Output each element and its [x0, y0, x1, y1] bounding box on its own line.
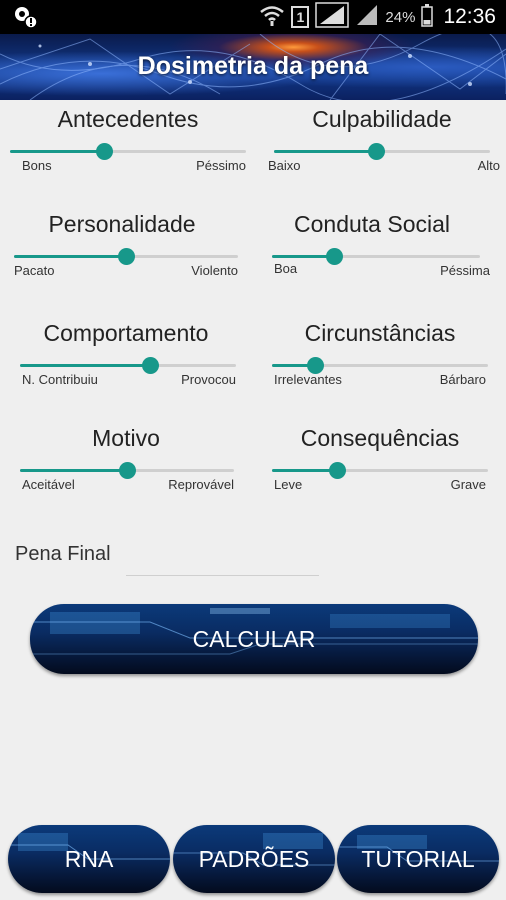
- tutorial-button-label: TUTORIAL: [361, 845, 475, 872]
- slider-min-label: Bons: [22, 158, 52, 173]
- conduta-social-slider[interactable]: [272, 248, 480, 265]
- app-header: Dosimetria da pena: [0, 34, 506, 100]
- signal-icon-2: [355, 3, 379, 32]
- motivo-slider[interactable]: [20, 462, 234, 479]
- slider-min-label: Leve: [274, 477, 303, 492]
- slider-group-motivo: Motivo Aceitável Reprovável: [6, 425, 246, 505]
- status-bar: 1 24% 12:36: [0, 0, 506, 34]
- slider-group-culpabilidade: Culpabilidade Baixo Alto: [262, 106, 502, 186]
- comportamento-slider[interactable]: [20, 357, 236, 374]
- slider-max-label: Alto: [477, 158, 500, 173]
- slider-max-label: Grave: [450, 477, 486, 492]
- notification-settings-icon: [12, 5, 38, 34]
- page-title: Dosimetria da pena: [137, 52, 369, 80]
- signal-icon: [315, 1, 350, 33]
- circunstancias-slider[interactable]: [272, 357, 488, 374]
- slider-min-label: N. Contribuiu: [22, 372, 98, 387]
- slider-group-personalidade: Personalidade Pacato Violento: [2, 211, 242, 291]
- antecedentes-slider[interactable]: [10, 143, 246, 160]
- slider-fill: [14, 255, 126, 258]
- slider-min-label: Pacato: [14, 263, 55, 278]
- slider-thumb[interactable]: [96, 143, 114, 160]
- calcular-button-label: CALCULAR: [192, 625, 316, 652]
- rna-button[interactable]: RNA: [8, 825, 170, 893]
- battery-icon: [421, 3, 434, 32]
- slider-fill: [274, 150, 376, 153]
- slider-fill: [20, 469, 127, 472]
- slider-max-label: Bárbaro: [439, 372, 486, 387]
- slider-thumb[interactable]: [328, 462, 346, 479]
- slider-title: Circunstâncias: [304, 320, 456, 346]
- culpabilidade-slider[interactable]: [274, 143, 490, 160]
- slider-thumb[interactable]: [367, 143, 385, 160]
- slider-title: Antecedentes: [57, 106, 199, 132]
- slider-min-label: Boa: [274, 261, 298, 276]
- personalidade-slider[interactable]: [14, 248, 238, 265]
- pena-final-field[interactable]: [126, 548, 319, 576]
- slider-group-conduta-social: Conduta Social Boa Péssima: [252, 211, 492, 291]
- padroes-button[interactable]: PADRÕES: [173, 825, 335, 893]
- padroes-button-label: PADRÕES: [198, 845, 310, 872]
- calcular-button[interactable]: CALCULAR: [30, 604, 478, 674]
- slider-fill: [10, 150, 105, 153]
- slider-title: Personalidade: [48, 211, 196, 237]
- slider-max-label: Péssimo: [196, 158, 246, 173]
- slider-thumb[interactable]: [141, 357, 159, 374]
- slider-title: Consequências: [300, 425, 460, 451]
- slider-max-label: Provocou: [181, 372, 236, 387]
- slider-title: Conduta Social: [294, 211, 450, 237]
- slider-fill: [272, 255, 335, 258]
- slider-max-label: Reprovável: [168, 477, 234, 492]
- slider-thumb[interactable]: [119, 462, 136, 479]
- slider-min-label: Aceitável: [22, 477, 75, 492]
- slider-max-label: Violento: [191, 263, 238, 278]
- slider-group-circunstancias: Circunstâncias Irrelevantes Bárbaro: [260, 320, 500, 400]
- rna-button-label: RNA: [64, 845, 114, 872]
- slider-group-consequencias: Consequências Leve Grave: [260, 425, 500, 505]
- slider-min-label: Irrelevantes: [274, 372, 342, 387]
- slider-title: Culpabilidade: [312, 106, 452, 132]
- pena-final-label: Pena Final: [15, 543, 111, 565]
- clock: 12:36: [443, 5, 496, 28]
- slider-title: Comportamento: [43, 320, 209, 346]
- consequencias-slider[interactable]: [272, 462, 488, 479]
- slider-min-label: Baixo: [268, 158, 301, 173]
- slider-group-comportamento: Comportamento N. Contribuiu Provocou: [6, 320, 246, 400]
- tutorial-button[interactable]: TUTORIAL: [337, 825, 499, 893]
- slider-thumb[interactable]: [118, 248, 135, 265]
- slider-max-label: Péssima: [440, 263, 490, 278]
- slider-group-antecedentes: Antecedentes Bons Péssimo: [8, 106, 248, 186]
- slider-fill: [20, 364, 150, 367]
- slider-thumb[interactable]: [326, 248, 344, 265]
- battery-percent: 24%: [385, 8, 416, 26]
- slider-title: Motivo: [92, 425, 160, 451]
- slider-fill: [272, 469, 337, 472]
- sim-icon: 1: [291, 6, 310, 28]
- wifi-icon: [259, 3, 285, 32]
